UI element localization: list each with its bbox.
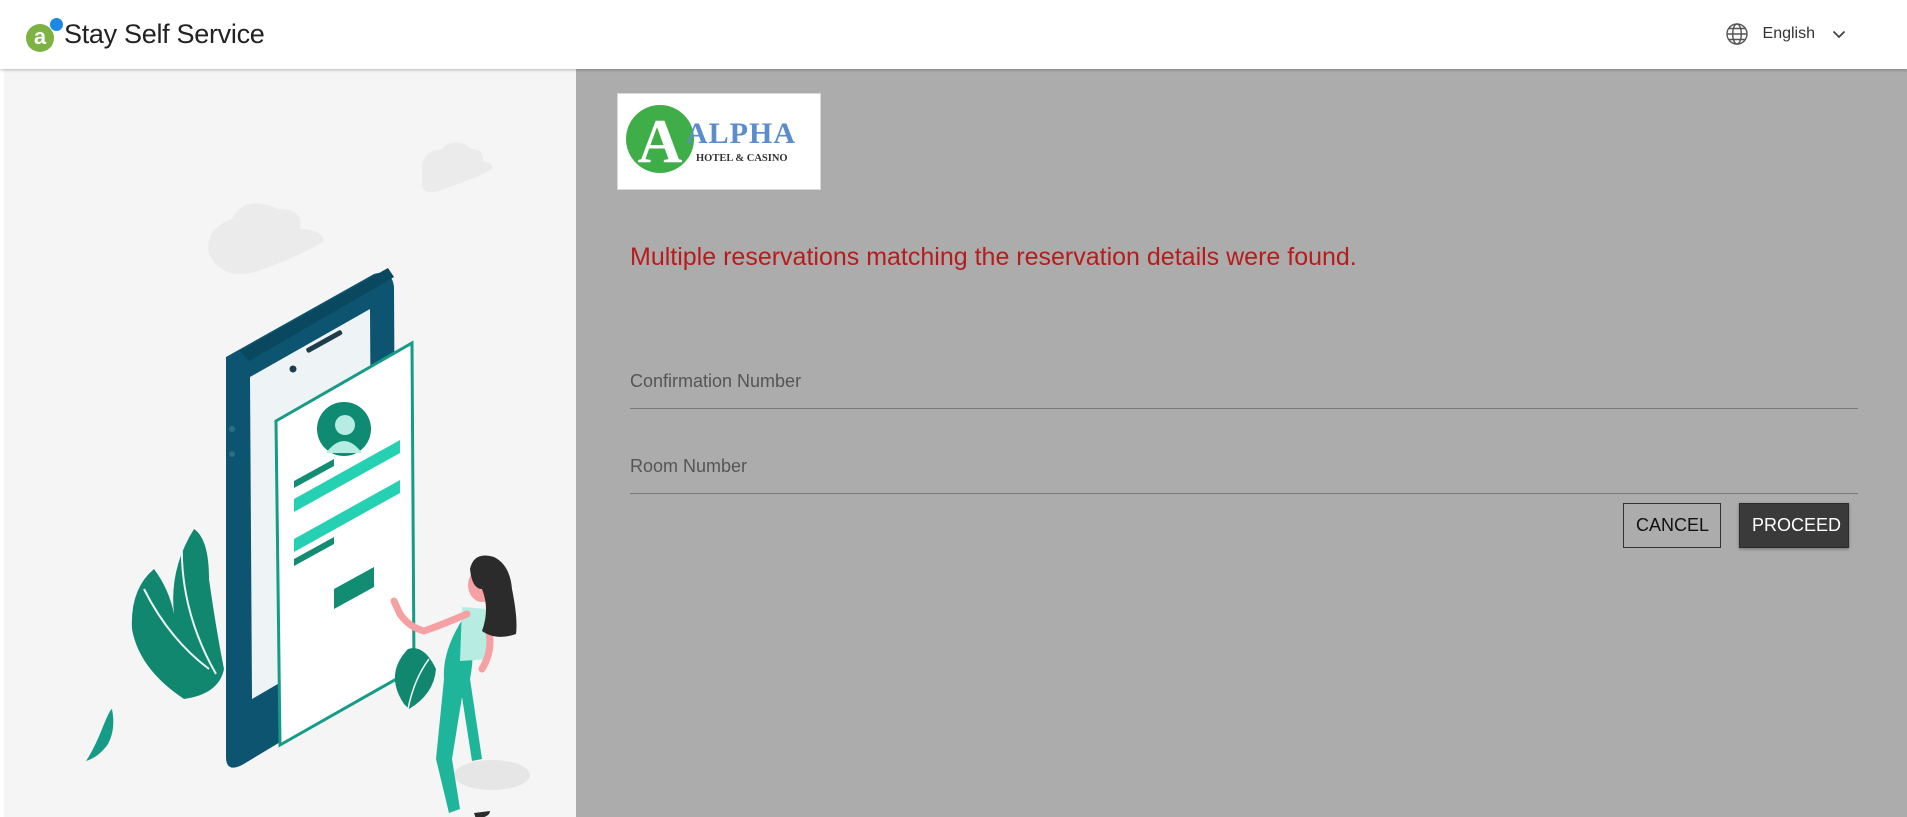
room-number-field: [630, 438, 1858, 494]
chevron-down-icon: [1832, 30, 1846, 39]
error-message: Multiple reservations matching the reser…: [630, 243, 1357, 271]
brand-letter: a: [26, 24, 54, 52]
brand-dot: [50, 18, 63, 31]
illustration-panel: [4, 69, 576, 817]
room-number-input[interactable]: [630, 456, 1858, 477]
reservation-panel: A ALPHA HOTEL & CASINO Multiple reservat…: [576, 69, 1907, 817]
brand-logo[interactable]: a Stay Self Service: [26, 14, 265, 54]
cancel-button[interactable]: CANCEL: [1623, 503, 1721, 548]
globe-icon: [1725, 23, 1748, 45]
language-label: English: [1762, 25, 1815, 42]
hotel-logo-letter: A: [638, 108, 683, 176]
brand-mark-icon: a: [26, 16, 63, 52]
hotel-logo-name: ALPHA: [686, 117, 796, 150]
brand-name: Stay Self Service: [64, 18, 265, 49]
hotel-logo-graphic: A ALPHA HOTEL & CASINO: [626, 105, 796, 176]
phone-signin-illustration: [86, 142, 530, 817]
confirmation-number-input[interactable]: [630, 371, 1858, 392]
proceed-button[interactable]: PROCEED: [1739, 503, 1849, 548]
hotel-logo-subtitle: HOTEL & CASINO: [696, 153, 788, 164]
top-bar: a Stay Self Service English: [0, 0, 1907, 69]
language-selector[interactable]: English: [1725, 20, 1847, 48]
confirmation-number-field: [630, 353, 1858, 409]
hotel-logo: A ALPHA HOTEL & CASINO: [617, 93, 821, 190]
